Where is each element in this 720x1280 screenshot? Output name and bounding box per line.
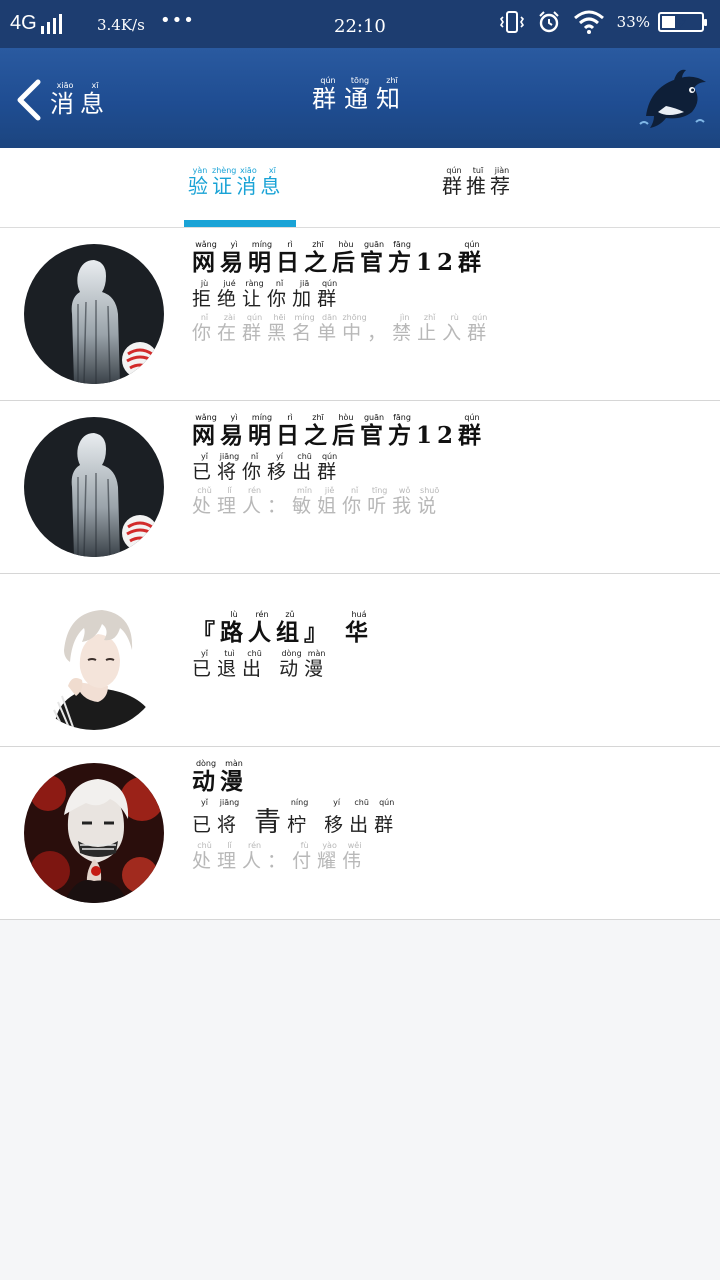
- tab-bar: 验yàn证zhèng消xiāo息xī 群qún推tuī荐jiàn: [0, 148, 720, 228]
- notification-action: 已yǐ将jiāng你nǐ移yí出chū群qún: [192, 452, 343, 483]
- notification-action: 已yǐ将jiāng 青 柠níng 移yí出chū群qún: [192, 798, 400, 838]
- active-tab-indicator: [184, 220, 296, 227]
- clock: 22:10: [334, 16, 386, 37]
- page-title: 群qún通tōng知zhī: [312, 76, 408, 113]
- cell-signal: 4G: [10, 12, 62, 35]
- dolphin-mascot-icon[interactable]: [636, 68, 712, 132]
- notification-list: 网wǎng易yì明míng日rì之zhī后hòu官guān方fāng12群qún…: [0, 228, 720, 920]
- group-avatar: [24, 763, 164, 903]
- status-bar: 4G 3.4K/s ••• 22:10 33%: [0, 0, 720, 48]
- group-avatar: [24, 417, 164, 557]
- notification-detail: 你nǐ在zài群qún黑hēi名míng单dān中zhōng，禁jìn止zhǐ入…: [192, 313, 493, 344]
- battery-icon: [658, 12, 707, 32]
- network-speed: 3.4K/s: [97, 16, 145, 34]
- notification-action: 已yǐ退tuì出chū 动dòng漫màn: [192, 649, 330, 680]
- notification-detail: 处chǔ理lǐ人rén：敏mǐn姐jiě你nǐ听tīng我wǒ说shuō: [192, 486, 443, 517]
- group-avatar: [24, 244, 164, 384]
- notification-row[interactable]: 网wǎng易yì明míng日rì之zhī后hòu官guān方fāng12群qún…: [0, 228, 720, 401]
- vibrate-icon: [499, 11, 524, 33]
- group-name: 网wǎng易yì明míng日rì之zhī后hòu官guān方fāng12群qún: [192, 413, 487, 449]
- more-notifications-icon: •••: [160, 10, 195, 31]
- notification-row[interactable]: 网wǎng易yì明míng日rì之zhī后hòu官guān方fāng12群qún…: [0, 401, 720, 574]
- charging-bolt-icon: [675, 15, 687, 29]
- tab-verification-messages[interactable]: 验yàn证zhèng消xiāo息xī: [188, 166, 284, 199]
- battery-percent: 33%: [616, 13, 650, 31]
- notification-action: 拒jù绝jué让ràng你nǐ加jiā群qún: [192, 279, 343, 310]
- wifi-icon: [573, 10, 604, 34]
- user-avatar: [24, 590, 164, 730]
- user-name: 『路lù人rén组zǔ』 华huá: [192, 610, 374, 646]
- group-name: 动dòng漫màn: [192, 759, 248, 795]
- network-type: 4G: [10, 12, 37, 34]
- signal-bars-icon: [40, 13, 62, 34]
- notification-row[interactable]: 动dòng漫màn 已yǐ将jiāng 青 柠níng 移yí出chū群qún …: [0, 747, 720, 920]
- notification-detail: 处chǔ理lǐ人rén：付fù耀yào伟wěi: [192, 841, 368, 872]
- tab-group-recommend[interactable]: 群qún推tuī荐jiàn: [442, 166, 514, 199]
- group-name: 网wǎng易yì明míng日rì之zhī后hòu官guān方fāng12群qún: [192, 240, 487, 276]
- notification-row[interactable]: 『路lù人rén组zǔ』 华huá 已yǐ退tuì出chū 动dòng漫màn: [0, 574, 720, 747]
- alarm-icon: [538, 11, 559, 33]
- app-header: 消xiāo息xī 群qún通tōng知zhī: [0, 48, 720, 148]
